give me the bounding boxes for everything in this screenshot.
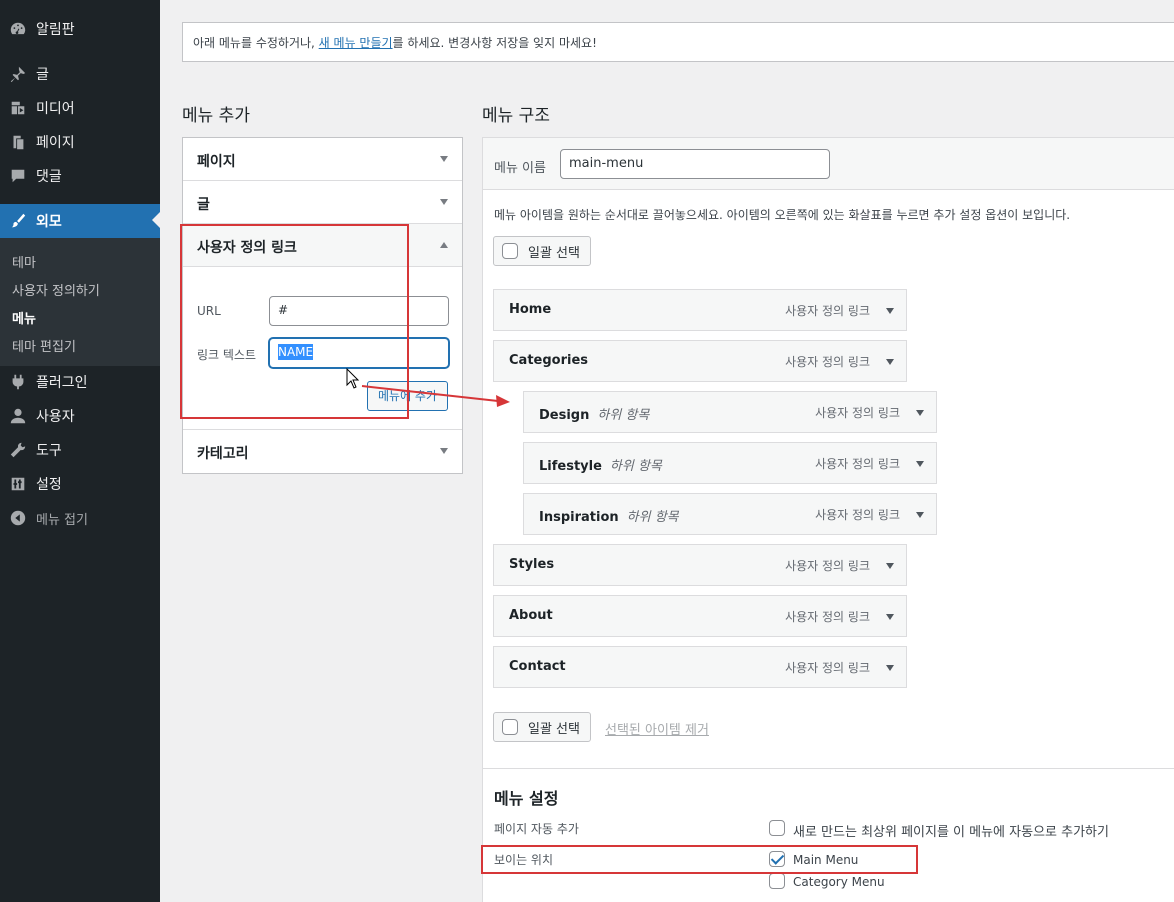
mouse-cursor-icon <box>346 368 360 389</box>
annotation-arrow <box>361 385 510 407</box>
